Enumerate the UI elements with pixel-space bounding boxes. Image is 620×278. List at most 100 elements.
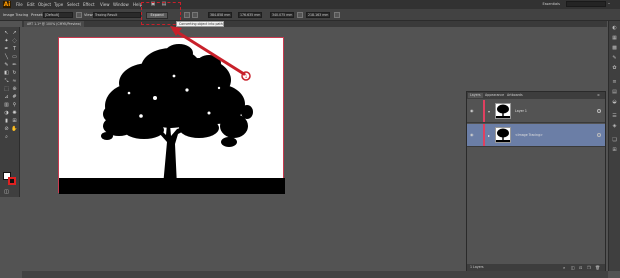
menu-view[interactable]: View	[100, 1, 110, 8]
tab-artboards[interactable]: Artboards	[505, 93, 525, 98]
menu-select[interactable]: Select	[67, 1, 79, 8]
zoom-icon[interactable]: ⌕	[3, 134, 10, 141]
pencil-icon[interactable]: ✏	[11, 62, 18, 69]
perspective-icon[interactable]: ⊿	[3, 94, 10, 101]
menu-edit[interactable]: Edit	[27, 1, 35, 8]
minimize-icon[interactable]: –	[606, 1, 612, 7]
layer-name: <Image Tracing>	[515, 133, 543, 137]
view-select[interactable]: Tracing Result	[93, 12, 141, 18]
control-bar: Image Tracing Preset: [Default] View: Tr…	[0, 9, 620, 21]
layer-thumbnail	[495, 127, 511, 143]
warp-icon[interactable]: ≈	[11, 78, 18, 85]
collapse-triangle-icon[interactable]: ▸	[488, 133, 490, 138]
eraser-icon[interactable]: ◧	[3, 70, 10, 77]
expand-tooltip: Converting object into paths	[176, 21, 224, 27]
panel-footer: 1 Layers ⌕ ◫ ⊡ ❐ 🗑	[467, 264, 605, 271]
expand-triangle-icon[interactable]: ▾	[488, 109, 490, 114]
scale-icon[interactable]: ⤡	[3, 78, 10, 85]
transform-icon[interactable]	[192, 12, 198, 18]
tab-layers[interactable]: Layers	[468, 93, 483, 98]
visibility-eye-icon[interactable]: ◉	[470, 133, 475, 137]
x-field[interactable]: 384.858 mm	[208, 12, 232, 18]
shape-builder-icon[interactable]: ⊕	[11, 86, 18, 93]
panel-menu-icon[interactable]: ≡	[595, 93, 602, 98]
layer-color-bar	[483, 124, 485, 146]
menu-type[interactable]: Type	[54, 1, 63, 8]
gradient-panel-icon[interactable]: ▤	[611, 89, 618, 96]
rotate-icon[interactable]: ↻	[11, 70, 18, 77]
type-icon[interactable]: T	[11, 46, 18, 53]
panel-dock: ◐ ▦ ▩ ✎ ✿ ≡ ▤ ◒ ☰ ◈ ❏ ⊞	[608, 21, 620, 271]
expand-highlight-box	[141, 2, 181, 25]
clipping-mask-icon[interactable]: ◫	[571, 265, 575, 270]
menu-object[interactable]: Object	[38, 1, 51, 8]
swatches-icon[interactable]: ▩	[611, 45, 618, 52]
pen-icon[interactable]: ✒	[3, 46, 10, 53]
tab-appearance[interactable]: Appearance	[483, 93, 506, 98]
new-sublayer-icon[interactable]: ⊡	[579, 265, 582, 270]
free-transform-icon[interactable]: ⬚	[3, 86, 10, 93]
tools-panel: ↖ ↗ ✦ ◌ ✒ T ╲ ▭ ✎ ✏ ◧ ↻ ⤡ ≈ ⬚ ⊕ ⊿ # ▥ ⚲ …	[0, 27, 20, 197]
brushes-icon[interactable]: ✎	[611, 55, 618, 62]
workspace-switcher[interactable]: Essentials	[542, 1, 560, 7]
color-guide-icon[interactable]: ▦	[611, 35, 618, 42]
link-icon[interactable]	[297, 12, 303, 18]
menu-window[interactable]: Window	[113, 1, 129, 8]
graphic-styles-icon[interactable]: ◈	[611, 123, 618, 130]
color-icon[interactable]: ◐	[611, 25, 618, 32]
hand-icon[interactable]: ✋	[11, 126, 18, 133]
more-icon[interactable]	[334, 12, 340, 18]
height-field[interactable]: 218.163 mm	[306, 12, 330, 18]
lasso-icon[interactable]: ◌	[11, 38, 18, 45]
ground-shape[interactable]	[59, 178, 285, 194]
paintbrush-icon[interactable]: ✎	[3, 62, 10, 69]
menu-file[interactable]: File	[16, 1, 23, 8]
line-icon[interactable]: ╲	[3, 54, 10, 61]
layer-count: 1 Layers	[470, 265, 484, 269]
menu-effect[interactable]: Effect	[83, 1, 95, 8]
traced-tree-image[interactable]	[59, 38, 285, 194]
layers-panel: Layers Appearance Artboards ≡ ◉ ▾ Layer …	[466, 91, 606, 272]
draw-mode-icon[interactable]: ◫	[3, 189, 10, 196]
artboard-icon[interactable]: ⊞	[11, 118, 18, 125]
new-layer-icon[interactable]: ❐	[587, 265, 591, 270]
appearance-icon[interactable]: ☰	[611, 113, 618, 120]
trash-icon[interactable]: 🗑	[595, 265, 600, 270]
selection-icon[interactable]: ↖	[3, 30, 10, 37]
artboard[interactable]	[58, 37, 285, 194]
y-field[interactable]: 176.635 mm	[238, 12, 262, 18]
preset-label: Preset:	[31, 13, 44, 17]
mesh-icon[interactable]: #	[11, 94, 18, 101]
document-tab-bar	[22, 21, 607, 27]
slice-icon[interactable]: ⊘	[3, 126, 10, 133]
layer-row-selected[interactable]: ◉ ▸ <Image Tracing>	[467, 124, 605, 147]
transparency-icon[interactable]: ◒	[611, 99, 618, 106]
magic-wand-icon[interactable]: ✦	[3, 38, 10, 45]
eyedropper-icon[interactable]: ⚲	[11, 102, 18, 109]
symbols-icon[interactable]: ✿	[611, 65, 618, 72]
visibility-eye-icon[interactable]: ◉	[470, 109, 475, 113]
target-icon[interactable]	[597, 109, 601, 113]
align-icon[interactable]	[184, 12, 190, 18]
direct-selection-icon[interactable]: ↗	[11, 30, 18, 37]
locate-object-icon[interactable]: ⌕	[563, 265, 565, 270]
layer-row[interactable]: ◉ ▾ Layer 1	[467, 100, 605, 123]
symbol-sprayer-icon[interactable]: ✺	[11, 110, 18, 117]
stroke-swatch[interactable]	[8, 177, 16, 185]
mode-label: Image Tracing	[3, 13, 29, 17]
layer-name: Layer 1	[515, 109, 527, 113]
document-tab[interactable]: ART 1.1* @ 100% (CMYK/Preview)	[24, 21, 85, 27]
search-input[interactable]	[566, 1, 606, 7]
stroke-icon[interactable]: ≡	[611, 79, 618, 86]
gradient-icon[interactable]: ▥	[3, 102, 10, 109]
artboards-icon[interactable]: ⊞	[611, 147, 618, 154]
target-icon[interactable]	[597, 133, 601, 137]
tracing-panel-icon[interactable]	[76, 12, 82, 18]
blend-icon[interactable]: ◑	[3, 110, 10, 117]
preset-select[interactable]: [Default]	[43, 12, 73, 18]
column-graph-icon[interactable]: ▮	[3, 118, 10, 125]
layers-icon[interactable]: ❏	[611, 137, 618, 144]
width-field[interactable]: 340.075 mm	[270, 12, 294, 18]
layer-thumbnail	[495, 103, 511, 119]
rectangle-icon[interactable]: ▭	[11, 54, 18, 61]
